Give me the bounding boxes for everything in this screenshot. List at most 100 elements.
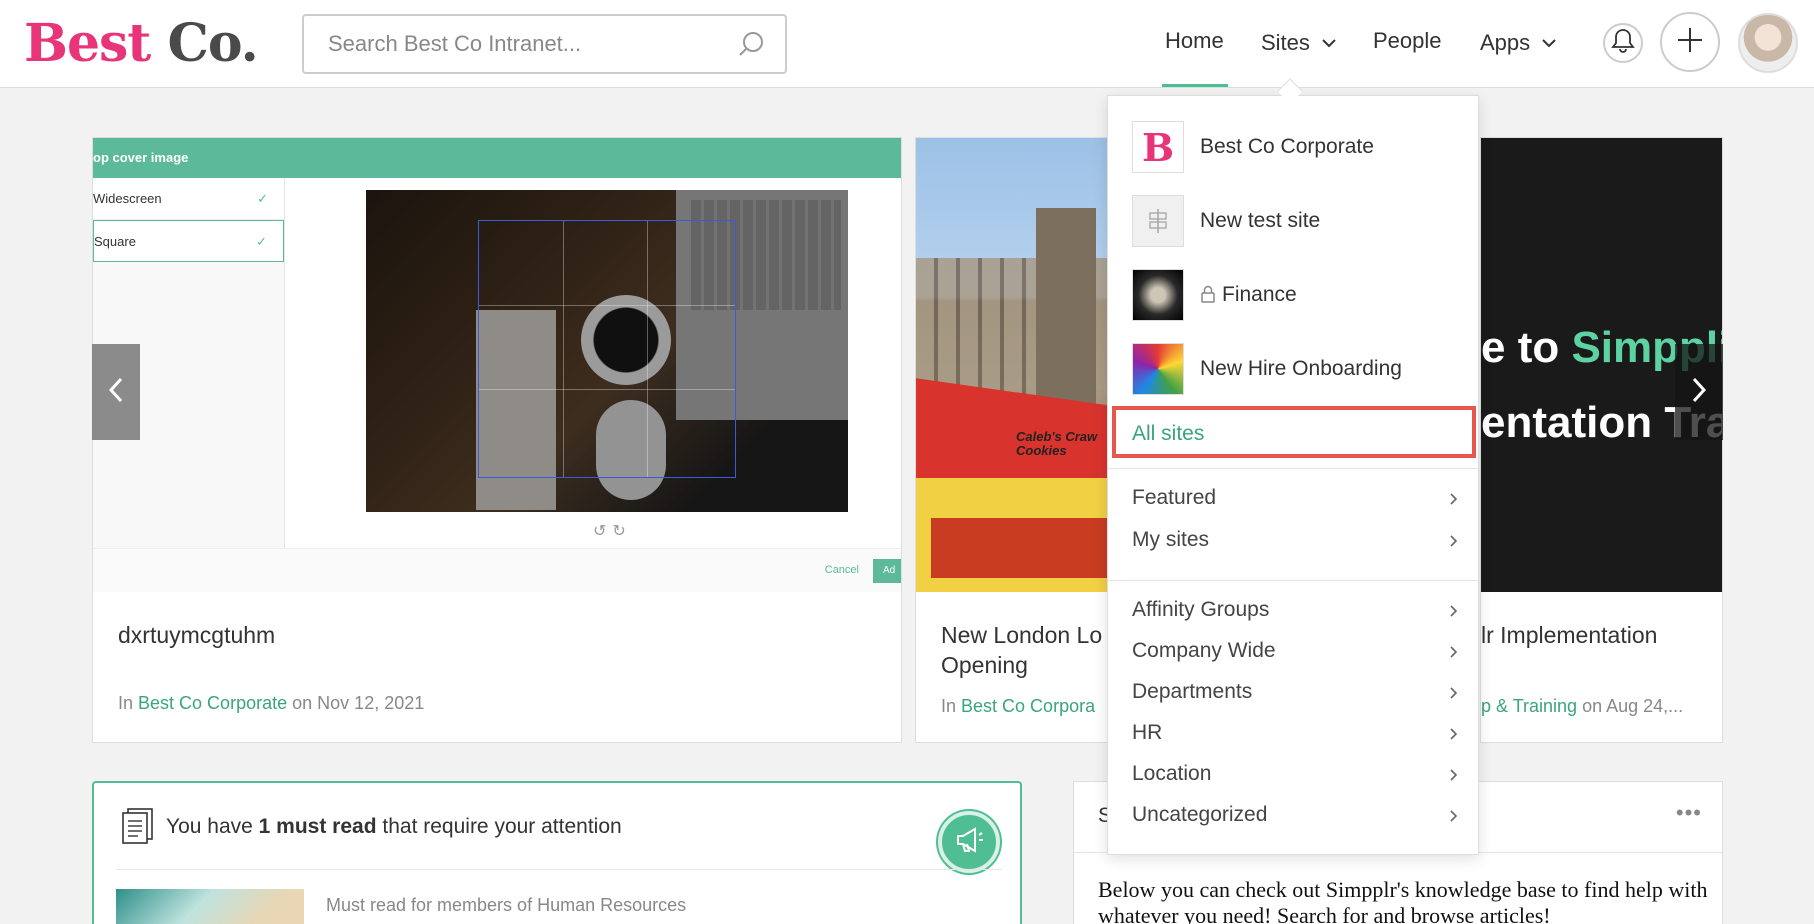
- site-item-new-test-site[interactable]: New test site: [1132, 195, 1462, 251]
- meta-on: on: [1582, 696, 1603, 716]
- card-site-link[interactable]: Best Co Corporate: [138, 693, 287, 713]
- widget-body-text: Below you can check out Simpplr's knowle…: [1098, 877, 1708, 924]
- document-icon: [120, 807, 156, 850]
- site-thumbnail: B: [1132, 121, 1184, 173]
- crop-footer: Cancel Ad: [93, 548, 901, 592]
- chevron-right-icon: [1449, 604, 1458, 623]
- check-icon: ✓: [256, 234, 267, 249]
- crop-option-label: Square: [94, 234, 136, 249]
- chevron-down-icon: [1542, 28, 1556, 54]
- card-meta: In Best Co Corporate on Nov 12, 2021: [118, 693, 424, 714]
- nav-apps-label: Apps: [1480, 30, 1531, 55]
- plus-icon: [1676, 26, 1704, 59]
- card-site-link[interactable]: p & Training: [1481, 696, 1577, 716]
- bell-icon: [1611, 28, 1635, 59]
- crop-header: op cover image: [93, 138, 901, 178]
- must-read-item-label[interactable]: Must read for members of Human Resources: [326, 895, 686, 916]
- site-thumbnail: [1132, 343, 1184, 395]
- nav-people[interactable]: People: [1373, 28, 1442, 54]
- rotate-icon: ↺↻: [593, 523, 632, 540]
- crop-selection-box: [478, 220, 736, 478]
- meta-on: on: [292, 693, 313, 713]
- site-name: Best Co Corporate: [1200, 135, 1374, 158]
- chevron-right-icon: [1449, 534, 1458, 553]
- carousel-card[interactable]: e to Simppli entation Tra lr Implementat…: [1480, 137, 1723, 743]
- sites-dropdown: B Best Co Corporate New test site Financ…: [1107, 95, 1479, 855]
- carousel-card[interactable]: Caleb's Craw Cookies New London Lo Openin…: [915, 137, 1125, 743]
- divider: [1108, 580, 1478, 581]
- menu-item-featured[interactable]: Featured: [1132, 486, 1458, 516]
- chevron-right-icon: [1691, 377, 1707, 408]
- card-date: Nov 12, 2021: [317, 693, 425, 713]
- divider: [1108, 468, 1478, 469]
- meta-prefix: In: [118, 693, 134, 713]
- notifications-button[interactable]: [1603, 23, 1643, 63]
- menu-item-location[interactable]: Location: [1132, 762, 1458, 792]
- nav-sites-label: Sites: [1261, 30, 1310, 55]
- card-site-link[interactable]: Best Co Corpora: [961, 696, 1095, 716]
- top-header: Best Co. Home Sites People Apps: [0, 0, 1814, 88]
- card-image: op cover image Widescreen ✓ Square ✓ ↺↻ …: [93, 138, 901, 592]
- storefront-sign: Caleb's Craw Cookies: [1016, 429, 1098, 458]
- all-sites-label: All sites: [1132, 422, 1205, 445]
- site-thumbnail: [1132, 269, 1184, 321]
- nav-apps[interactable]: Apps: [1480, 28, 1556, 56]
- menu-item-uncategorized[interactable]: Uncategorized: [1132, 803, 1458, 833]
- user-avatar[interactable]: [1738, 13, 1798, 73]
- menu-item-my-sites[interactable]: My sites: [1132, 528, 1458, 558]
- search-icon[interactable]: [737, 30, 765, 63]
- card-title[interactable]: dxrtuymcgtuhm: [118, 620, 275, 650]
- card-date: Aug 24,...: [1606, 696, 1684, 716]
- meta-prefix: In: [941, 696, 957, 716]
- divider: [116, 869, 1002, 870]
- chevron-right-icon: [1449, 809, 1458, 828]
- signpost-icon: [1132, 195, 1184, 247]
- company-logo[interactable]: Best Co.: [24, 14, 259, 74]
- carousel-card[interactable]: op cover image Widescreen ✓ Square ✓ ↺↻ …: [92, 137, 902, 743]
- must-read-thumbnail[interactable]: [116, 889, 304, 924]
- search-input[interactable]: [304, 16, 724, 72]
- menu-item-company-wide[interactable]: Company Wide: [1132, 639, 1458, 669]
- chevron-left-icon: [108, 377, 124, 408]
- search-box: [302, 14, 787, 74]
- menu-item-hr[interactable]: HR: [1132, 721, 1458, 751]
- must-read-panel: You have 1 must read that require your a…: [92, 781, 1022, 924]
- chevron-right-icon: [1449, 492, 1458, 511]
- card-meta: In Best Co Corpora: [941, 696, 1095, 717]
- card-title[interactable]: lr Implementation: [1481, 620, 1657, 650]
- menu-item-affinity-groups[interactable]: Affinity Groups: [1132, 598, 1458, 628]
- nav-home-active-underline: [1162, 84, 1228, 87]
- crop-option: Square ✓: [93, 220, 284, 262]
- chevron-right-icon: [1449, 768, 1458, 787]
- crop-cancel-label: Cancel: [824, 564, 859, 576]
- crop-option-label: Widescreen: [93, 191, 162, 206]
- menu-item-departments[interactable]: Departments: [1132, 680, 1458, 710]
- carousel-next-button[interactable]: [1675, 344, 1723, 440]
- card-title[interactable]: New London Lo Opening: [941, 620, 1102, 680]
- chevron-right-icon: [1449, 645, 1458, 664]
- check-icon: ✓: [257, 191, 268, 206]
- announcement-button[interactable]: [938, 811, 1000, 873]
- chevron-right-icon: [1449, 686, 1458, 705]
- site-item-finance[interactable]: Finance: [1132, 269, 1462, 325]
- more-options-icon[interactable]: •••: [1676, 800, 1702, 826]
- site-name: Finance: [1200, 283, 1297, 309]
- site-item-new-hire-onboarding[interactable]: New Hire Onboarding: [1132, 343, 1462, 399]
- site-name: New Hire Onboarding: [1200, 357, 1402, 380]
- create-button[interactable]: [1660, 12, 1720, 72]
- card-image: Caleb's Craw Cookies: [916, 138, 1124, 592]
- carousel-prev-button[interactable]: [92, 344, 140, 440]
- card-title-line: Opening: [941, 652, 1028, 678]
- megaphone-icon: [954, 826, 984, 859]
- card-title-line: New London Lo: [941, 622, 1103, 648]
- chevron-down-icon: [1322, 28, 1336, 54]
- chevron-right-icon: [1449, 727, 1458, 746]
- crop-option: Widescreen ✓: [93, 178, 284, 220]
- lock-icon: [1200, 285, 1216, 309]
- must-read-summary: You have 1 must read that require your a…: [166, 815, 622, 838]
- site-item-best-co-corporate[interactable]: B Best Co Corporate: [1132, 121, 1462, 177]
- all-sites-link[interactable]: All sites: [1112, 406, 1476, 458]
- nav-home[interactable]: Home: [1165, 28, 1224, 54]
- nav-sites[interactable]: Sites: [1261, 28, 1336, 56]
- site-name: New test site: [1200, 209, 1321, 232]
